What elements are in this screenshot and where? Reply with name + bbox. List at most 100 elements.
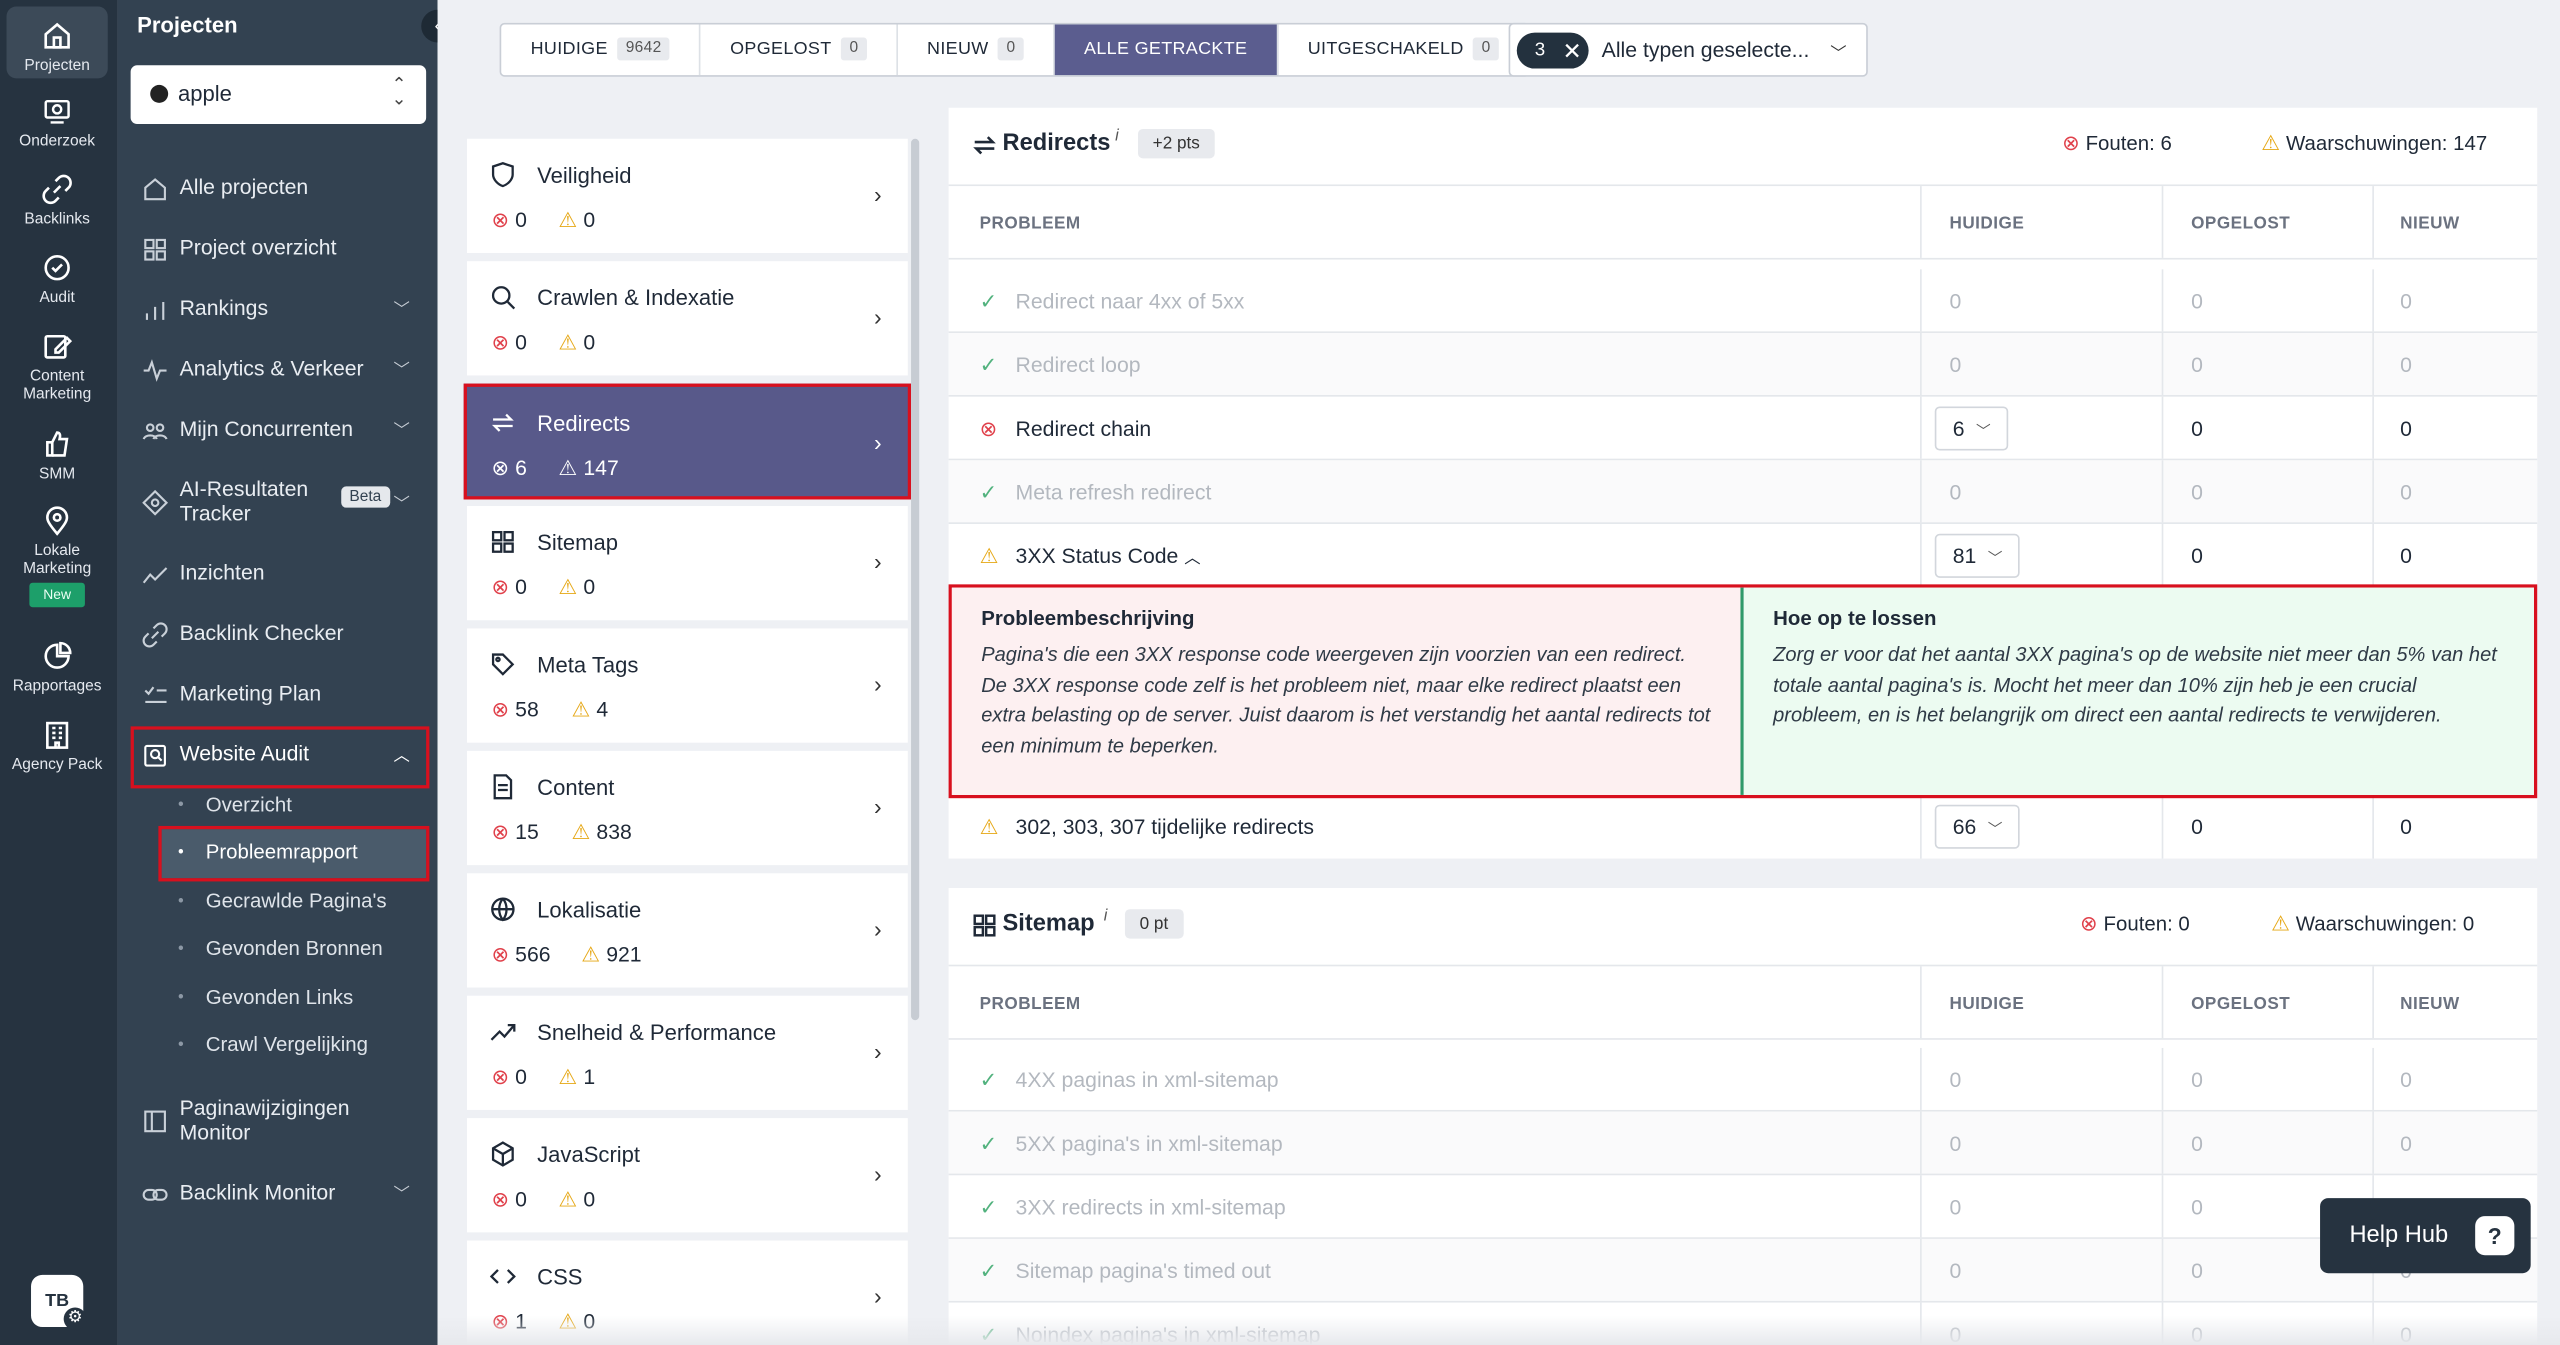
issue-detail: Probleembeschrijving Pagina's die een 3X… [948,584,2538,799]
rail-item-onderzoek[interactable]: Onderzoek [7,95,108,150]
warning-icon: ⚠ [558,574,578,600]
chevron-down-icon: ﹀ [1975,422,1991,440]
category-title: Lokalisatie [537,897,642,923]
globe-icon [491,897,515,922]
info-icon[interactable]: i [1104,908,1108,926]
nav-item-ai-tracker[interactable]: AI-Resultaten Tracker Beta ﹀ [131,477,427,529]
error-icon: ⊗ [491,696,510,722]
cell-opgelost: 0 [2191,1194,2203,1220]
rail-item-lokale-marketing[interactable]: Lokale Marketing New [7,504,108,608]
warning-icon: ⚠ [979,543,999,569]
cell-huidige: 0 [1949,1067,1962,1093]
rail-label: Agency Pack [11,755,103,774]
cell-huidige: 0 [1949,1194,1962,1220]
nav-item-paginawijzigingen[interactable]: Paginawijzigingen Monitor [131,1095,427,1147]
warning-icon: ⚠ [558,455,578,480]
pin-icon [46,506,69,536]
type-filter-dropdown[interactable]: 3 ✕ Alle typen geselecte... ﹀ [1508,22,1868,77]
issue-name[interactable]: Meta refresh redirect [1016,460,1212,524]
chevron-right-icon: › [874,548,882,575]
info-icon[interactable]: i [1115,127,1119,145]
category-scrollbar[interactable] [911,138,920,1021]
highlight-probleemrapport [158,825,430,882]
points-badge: 0 pt [1124,909,1183,939]
rail-label: Audit [39,288,75,307]
category-errors: 15 [515,819,539,844]
cell-opgelost: 0 [2191,288,2203,314]
issue-name[interactable]: Redirect loop [1016,333,1141,397]
rail-item-rapportages[interactable]: Rapportages [7,640,108,695]
category-errors: 58 [515,696,539,722]
filter-count: 3 [1534,40,1546,61]
home-icon [144,178,166,201]
issue-name[interactable]: Sitemap pagina's timed out [1016,1239,1271,1303]
table-row: ✓ 4XX paginas in xml-sitemap 0 0 0 [948,1047,2538,1112]
highlight-website-audit [130,726,430,789]
rail-item-agency-pack[interactable]: Agency Pack [7,718,108,774]
sub-item-crawl-vergelijking[interactable]: Crawl Vergelijking [206,1033,368,1056]
building-icon [46,721,69,749]
category-content[interactable]: Content ⊗ 15 ⚠ 838 › [466,750,908,866]
issue-name[interactable]: 5XX pagina's in xml-sitemap [1016,1112,1283,1176]
sub-item-gecrawlde-paginas[interactable]: Gecrawlde Pagina's [206,890,387,913]
rail-item-smm[interactable]: SMM [7,428,108,483]
cell-nieuw: 0 [2400,352,2412,378]
tab-huidige[interactable]: HUIDIGE 9642 [501,24,701,76]
category-lokalisatie[interactable]: Lokalisatie ⊗ 566 ⚠ 921 › [466,873,908,988]
sub-item-overzicht[interactable]: Overzicht [206,793,292,816]
tab-uitgeschakeld[interactable]: UITGESCHAKELD 0 [1278,24,1528,75]
trend-icon [142,567,168,584]
chevron-down-icon: ﹀ [393,301,410,320]
issue-name[interactable]: 3XX redirects in xml-sitemap [1016,1175,1286,1239]
chevron-right-icon: › [874,670,882,697]
nav-item-label: Marketing Plan [179,680,322,706]
tab-opgelost[interactable]: OPGELOST 0 [701,24,898,76]
chevron-down-icon: ﹀ [393,422,410,441]
category-meta-tags[interactable]: Meta Tags ⊗ 58 ⚠ 4 › [466,628,908,743]
huidige-dropdown[interactable]: 6 ﹀ [1934,406,2009,451]
issue-name[interactable]: Redirect chain [1016,397,1152,461]
sub-item-gevonden-bronnen[interactable]: Gevonden Bronnen [206,937,383,960]
tab-alle-getrackte[interactable]: ALLE GETRACKTE [1054,24,1279,76]
search-icon [491,286,516,310]
rail-label: SMM [39,465,76,484]
nav-title: Projecten [137,13,238,38]
tab-nieuw[interactable]: NIEUW 0 [898,24,1055,76]
category-veiligheid[interactable]: Veiligheid ⊗ 0 ⚠ 0 › [466,138,908,254]
icon-rail: Projecten Onderzoek Backlinks Audit Cont… [0,0,118,1345]
warnings-count: Waarschuwingen: 147 [2286,132,2488,156]
redirect-icon [491,413,514,432]
rail-item-backlinks[interactable]: Backlinks [7,173,108,229]
shield-icon [491,162,514,188]
rail-item-content-marketing[interactable]: Content Marketing [7,330,108,403]
rail-item-projecten[interactable]: Projecten [6,6,108,79]
sub-item-gevonden-links[interactable]: Gevonden Links [206,986,354,1009]
category-javascript[interactable]: JavaScript ⊗ 0 ⚠ 0 › [466,1118,908,1233]
close-icon[interactable]: ✕ [1562,33,1581,69]
table-row: ⚠ 302, 303, 307 tijdelijke redirects 66 ﹀… [949,794,2538,859]
points-badge: +2 pts [1137,128,1215,159]
huidige-dropdown[interactable]: 81 ﹀ [1934,533,2021,578]
issue-name[interactable]: 302, 303, 307 tijdelijke redirects [1016,795,1315,859]
category-title: JavaScript [537,1142,641,1168]
category-snelheid[interactable]: Snelheid & Performance ⊗ 0 ⚠ 1 › [466,995,908,1110]
rail-label: Onderzoek [19,132,96,151]
issue-name[interactable]: 3XX Status Code ︿ [1016,524,1201,588]
gear-icon[interactable]: ⚙ [63,1307,87,1331]
research-icon [44,99,70,124]
category-warnings: 921 [606,941,642,967]
project-select[interactable]: apple ⌃ ⌄ [130,65,427,125]
category-crawlen[interactable]: Crawlen & Indexatie ⊗ 0 ⚠ 0 › [466,261,908,376]
category-sitemap[interactable]: Sitemap ⊗ 0 ⚠ 0 › [466,506,908,621]
error-icon: ⊗ [491,455,510,480]
issue-name[interactable]: Redirect naar 4xx of 5xx [1016,269,1245,333]
how-to-fix: Hoe op te lossen Zorg er voor dat het aa… [1743,587,2534,795]
help-hub-button[interactable]: Help Hub ? [2320,1198,2531,1274]
issue-name[interactable]: 4XX paginas in xml-sitemap [1016,1048,1279,1112]
huidige-dropdown[interactable]: 66 ﹀ [1934,804,2021,849]
filter-chip[interactable]: 3 ✕ [1516,32,1589,69]
category-redirects[interactable]: Redirects ⊗ 6 ⚠ 147 › [463,383,912,500]
rail-item-audit[interactable]: Audit [7,251,108,307]
ok-icon: ✓ [979,1131,998,1156]
category-errors: 0 [515,574,527,600]
